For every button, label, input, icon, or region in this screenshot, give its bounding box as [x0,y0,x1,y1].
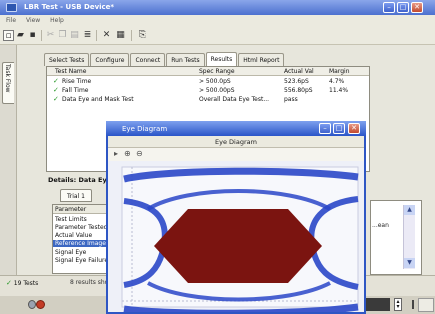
step-tabs: Select Tests Configure Connect Run Tests Res… [44,52,285,66]
result-margin: 11.4% [329,87,349,94]
result-name[interactable]: Fall Time [62,87,89,94]
tab-trial-1[interactable]: Trial 1 [60,189,92,202]
result-name[interactable]: Rise Time [62,78,91,85]
results-header-row: Test Name Spec Range Actual Val Margin [47,67,369,76]
tab-configure[interactable]: Configure [90,53,130,66]
result-margin: 4.7% [329,78,345,85]
toolbar-separator [131,30,132,41]
delete-icon[interactable]: ✕ [101,30,112,41]
eye-maximize-button[interactable]: □ [333,123,345,134]
toolbar-separator [41,30,42,41]
stop-icon[interactable] [28,300,36,309]
zoom-in-icon[interactable]: ⊕ [124,150,131,158]
result-actual: pass [284,96,298,103]
pointer-icon[interactable]: ▸ [114,150,118,158]
new-file-icon[interactable]: ▫ [3,30,14,41]
pass-check-icon: ✓ [53,95,59,103]
zoom-out-icon[interactable]: ⊖ [136,150,143,158]
bottom-button[interactable] [418,298,434,312]
toolbar-separator [96,30,97,41]
save-icon[interactable]: ▪ [27,30,38,41]
tab-run-tests[interactable]: Run Tests [166,53,205,66]
status-check-icon: ✓ [6,279,12,287]
copy-icon[interactable]: ❐ [57,30,68,41]
record-icon[interactable] [36,300,45,309]
result-actual: 556.80pS [284,87,313,94]
grid-icon[interactable]: ▦ [115,30,126,41]
eye-diagram-header: Eye Diagram [108,136,364,148]
menu-view[interactable]: View [26,17,40,24]
minimize-button[interactable]: – [383,2,395,13]
cut-icon[interactable]: ✂ [45,30,56,41]
menu-help[interactable]: Help [50,17,64,24]
eye-diagram-window-title: Eye Diagram [122,125,168,133]
tab-html-report[interactable]: Html Report [238,53,285,66]
toolbar: ▫ ▰ ▪ ✂ ❐ ▤ ≣ ✕ ▦ ⎘ [0,26,435,45]
eye-diagram-window: Eye Diagram – □ ✕ Eye Diagram ▸ ⊕ ⊖ [106,121,366,314]
detail-text: ...ean [372,222,389,229]
spinner-icon[interactable]: ▴ ▾ [394,298,402,311]
task-flow-label: Task Flow [4,64,11,93]
result-spec: > 500.0pS [199,78,231,85]
menu-bar: File View Help [0,15,435,26]
main-titlebar: LBR Test - USB Device* [0,0,435,15]
result-spec: > 500.00pS [199,87,235,94]
eye-toolbar: ▸ ⊕ ⊖ [108,148,364,161]
tab-results[interactable]: Results [205,52,238,66]
maximize-button[interactable]: □ [397,2,409,13]
result-spec: Overall Data Eye Test... [199,96,270,103]
column-header-margin[interactable]: Margin [329,68,350,75]
column-header-spec-range[interactable]: Spec Range [199,68,235,75]
export-icon[interactable]: ⎘ [137,30,148,41]
eye-trace-bottom [123,303,359,312]
detail-scrollbar[interactable]: ▲ ▼ [403,205,415,269]
column-header-actual-val[interactable]: Actual Val [284,68,314,75]
tab-select-tests[interactable]: Select Tests [44,53,90,66]
scroll-down-icon[interactable]: ▼ [404,258,415,268]
scroll-up-icon[interactable]: ▲ [404,205,415,215]
app-icon [6,3,17,12]
paste-icon[interactable]: ▤ [69,30,80,41]
eye-mask [154,209,322,283]
close-button[interactable]: ✕ [411,2,423,13]
result-actual: 523.6pS [284,78,309,85]
eye-close-button[interactable]: ✕ [348,123,360,134]
open-folder-icon[interactable]: ▰ [15,30,26,41]
status-test-count: ✓ 19 Tests [6,279,38,287]
eye-minimize-button[interactable]: – [319,123,331,134]
details-title: Details: Data Ey [48,176,107,184]
pass-check-icon: ✓ [53,86,59,94]
column-header-test-name[interactable]: Test Name [55,68,86,75]
properties-icon[interactable]: ≣ [82,30,93,41]
pass-check-icon: ✓ [53,77,59,85]
menu-file[interactable]: File [6,17,16,24]
main-window-title: LBR Test - USB Device* [24,3,115,11]
divider [412,300,414,309]
eye-diagram-titlebar[interactable]: Eye Diagram – □ ✕ [106,121,366,136]
eye-diagram-plot [121,166,359,312]
status-tests-label: 19 Tests [13,280,39,287]
tab-connect[interactable]: Connect [130,53,166,66]
result-name[interactable]: Data Eye and Mask Test [62,96,134,103]
